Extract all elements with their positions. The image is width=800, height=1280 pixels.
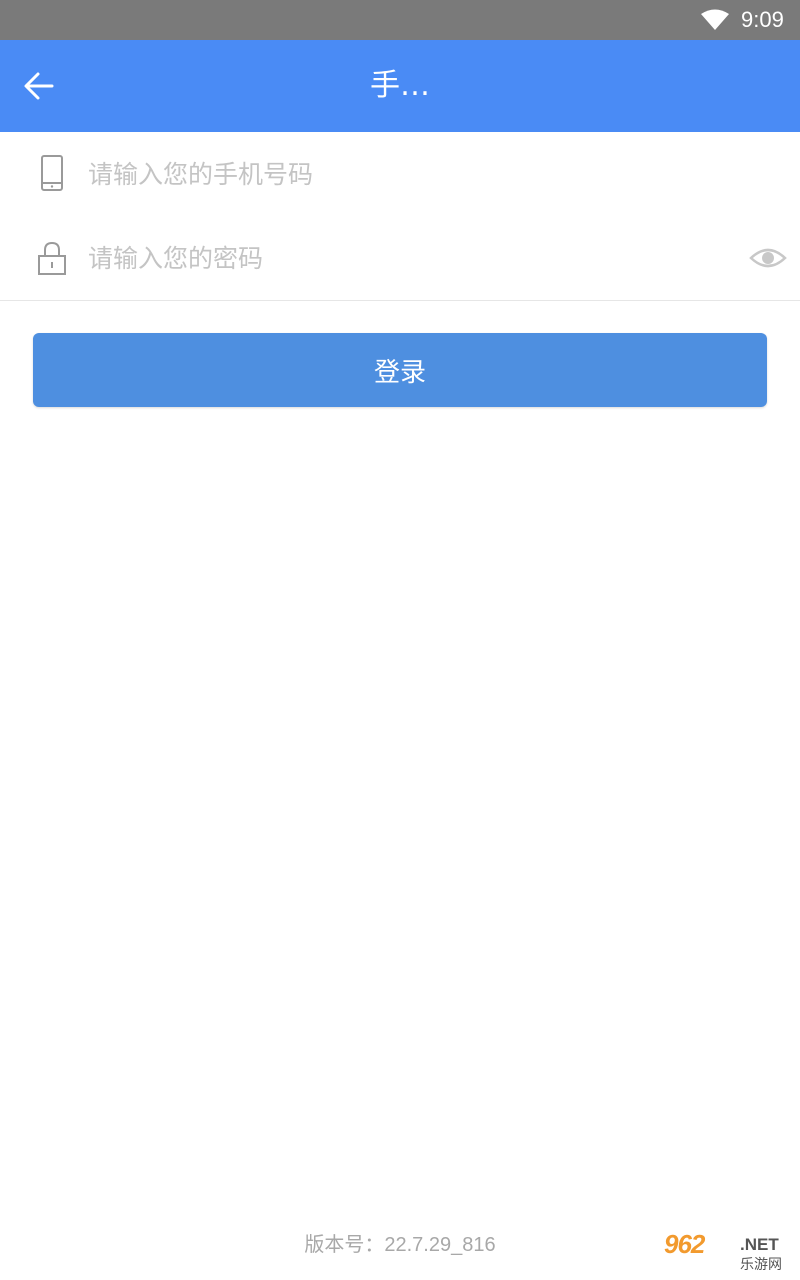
phone-field-row <box>0 132 800 217</box>
phone-input[interactable] <box>88 150 708 198</box>
eye-icon[interactable] <box>748 244 788 272</box>
back-button[interactable] <box>18 66 60 106</box>
page-title: 手… <box>370 68 430 103</box>
arrow-left-icon <box>24 72 54 100</box>
status-time: 9:09 <box>741 7 784 32</box>
watermark-logo: 962 .NET 乐游网 <box>660 1230 796 1276</box>
login-button[interactable]: 登录 <box>33 333 767 407</box>
lock-icon <box>38 241 66 275</box>
password-field-row <box>0 216 800 301</box>
watermark-brand: 962 <box>664 1229 705 1259</box>
wifi-icon <box>701 9 729 30</box>
watermark-suffix: .NET <box>740 1235 779 1254</box>
status-bar: 9:09 <box>0 0 800 40</box>
watermark-subtitle: 乐游网 <box>740 1257 782 1273</box>
app-bar: 手… <box>0 40 800 132</box>
mobile-phone-icon <box>41 155 63 191</box>
version-label: 版本号：22.7.29_816 <box>304 1234 496 1256</box>
password-input[interactable] <box>88 234 708 282</box>
